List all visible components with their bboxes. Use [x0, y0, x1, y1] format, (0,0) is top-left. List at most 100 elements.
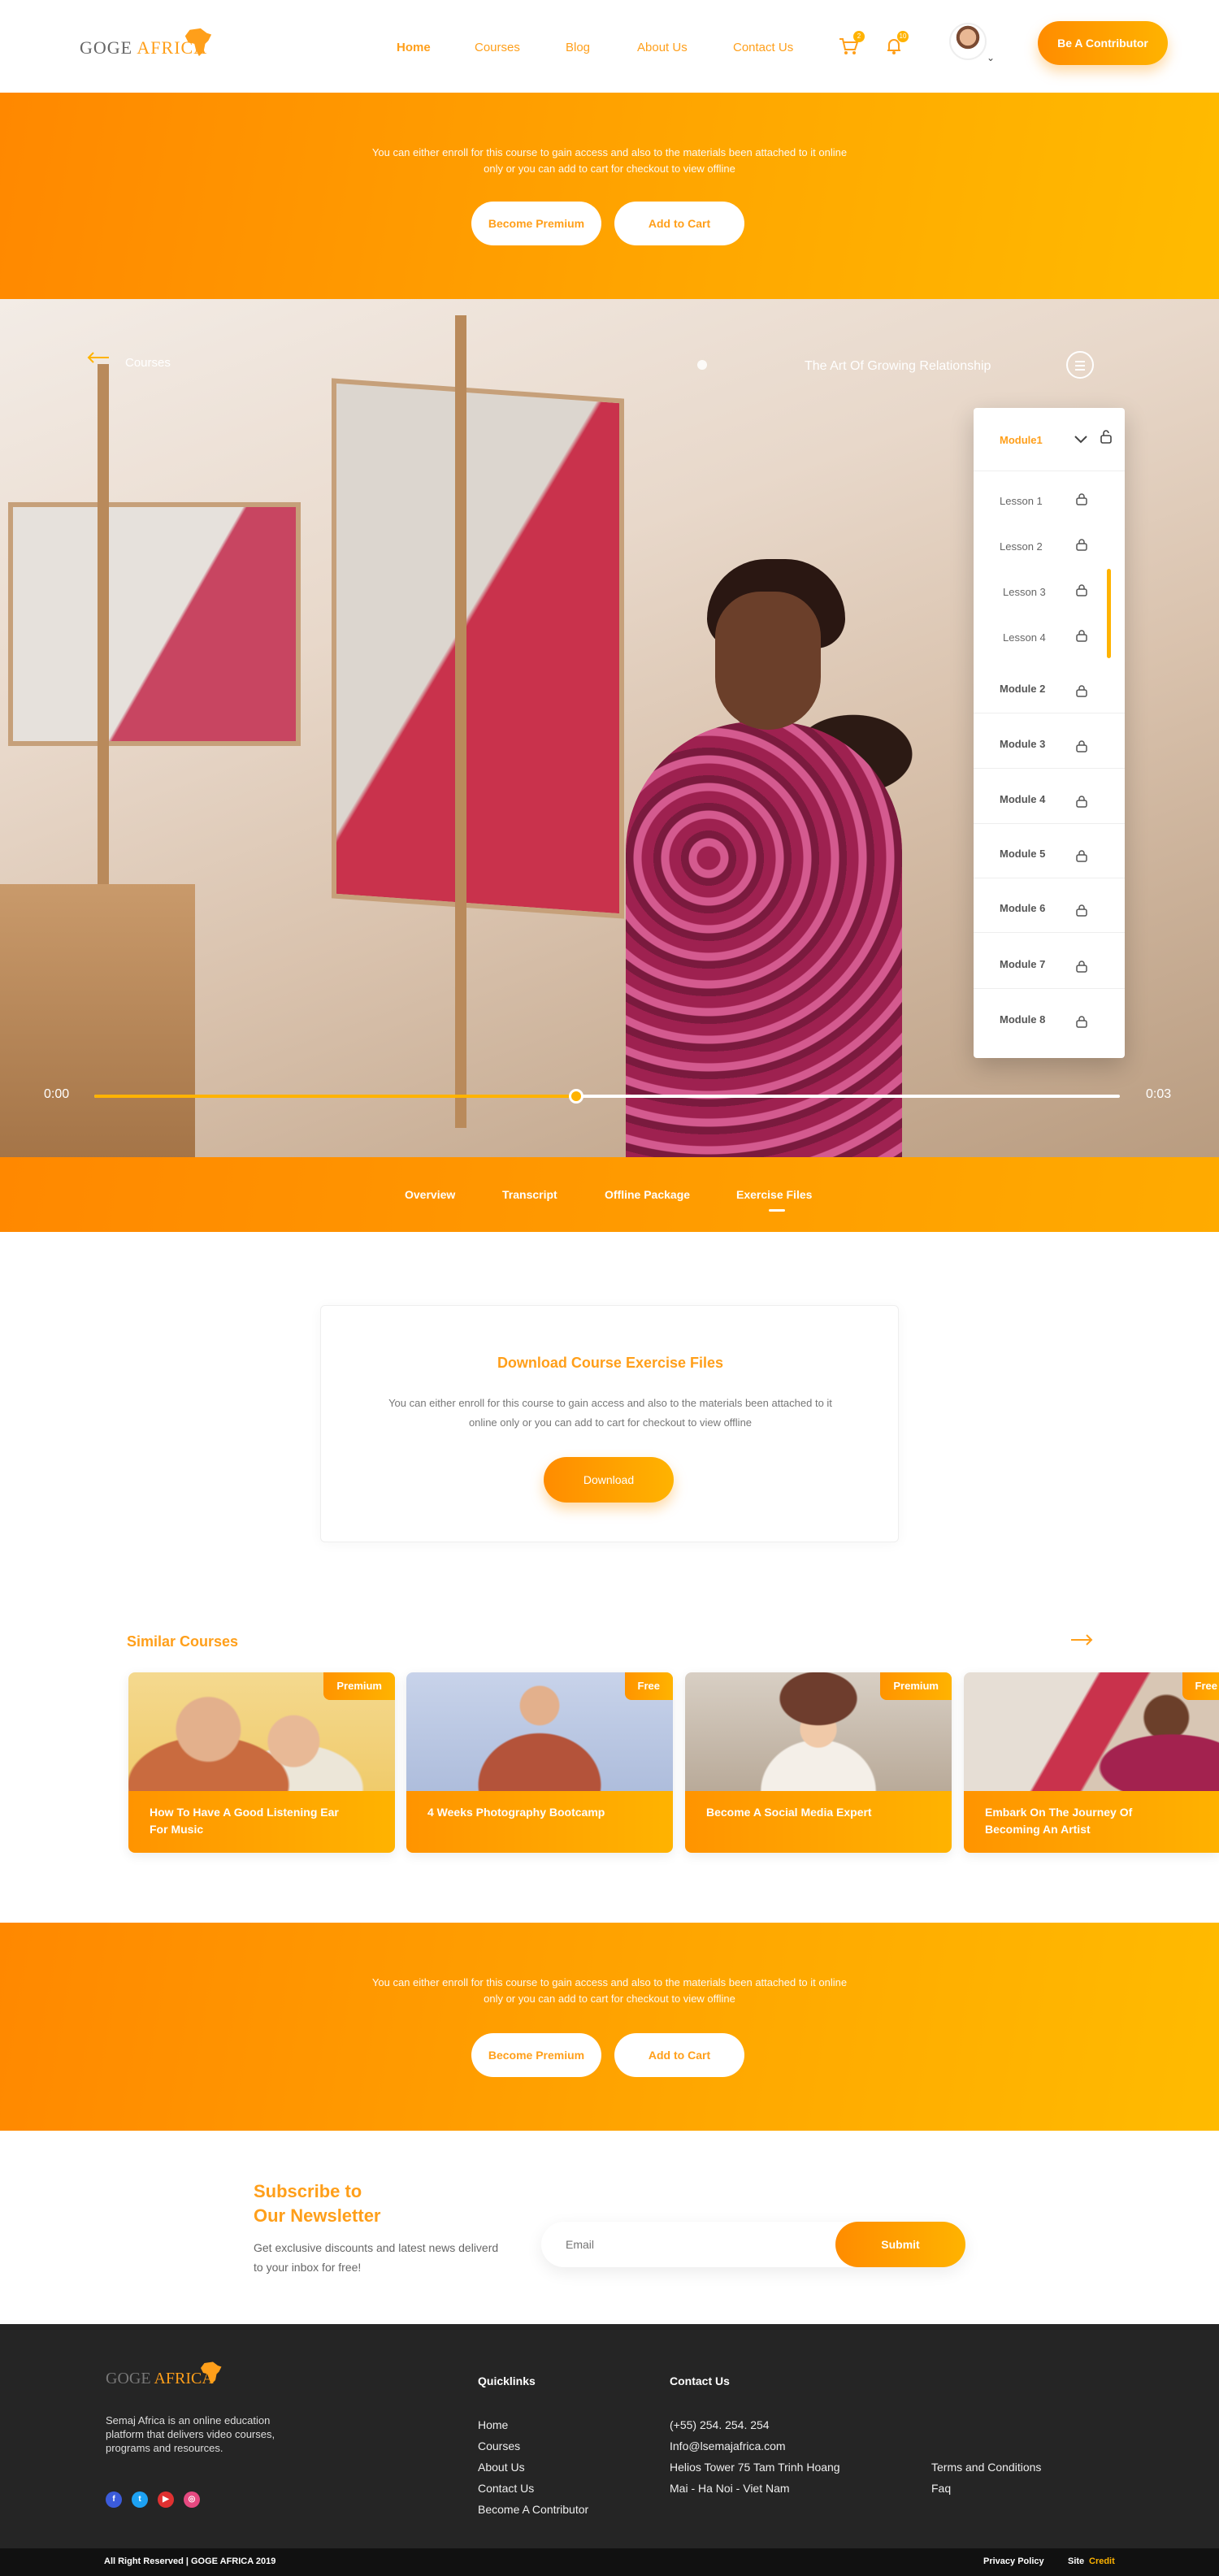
enroll-banner-bottom: You can either enroll for this course to…: [0, 1923, 1219, 2131]
lesson-item[interactable]: Lesson 4: [1003, 631, 1046, 644]
course-badge: Free: [1182, 1672, 1219, 1700]
cart-badge: 2: [853, 31, 865, 42]
time-current: 0:00: [44, 1087, 70, 1101]
youtube-icon[interactable]: ▶: [158, 2491, 174, 2508]
course-footer: 4 Weeks Photography Bootcamp: [406, 1791, 673, 1853]
tab-exercise-files[interactable]: Exercise Files: [736, 1188, 812, 1201]
course-badge: Free: [624, 1672, 673, 1700]
footer-link-contact[interactable]: Contact Us: [478, 2482, 534, 2495]
course-thumbnail: [964, 1672, 1219, 1791]
user-avatar[interactable]: [949, 23, 987, 60]
footer-link-contributor[interactable]: Become A Contributor: [478, 2503, 588, 2516]
nav-link-home[interactable]: Home: [397, 41, 431, 54]
contact-email[interactable]: Info@lsemajafrica.com: [670, 2439, 786, 2452]
module-row[interactable]: Module 2: [974, 665, 1125, 713]
module-label: Module 3: [1000, 738, 1046, 750]
privacy-policy-link[interactable]: Privacy Policy: [983, 2556, 1044, 2566]
twitter-icon[interactable]: t: [132, 2491, 148, 2508]
tab-transcript[interactable]: Transcript: [502, 1188, 557, 1201]
lock-icon: [1076, 630, 1087, 642]
module-label: Module 8: [1000, 1013, 1046, 1026]
footer-link-courses[interactable]: Courses: [478, 2439, 520, 2452]
footer-link-about[interactable]: About Us: [478, 2461, 525, 2474]
add-to-cart-button[interactable]: Add to Cart: [614, 2033, 744, 2077]
progress-track[interactable]: [94, 1089, 1120, 1104]
be-contributor-button[interactable]: Be A Contributor: [1038, 21, 1168, 65]
lesson-item[interactable]: Lesson 2: [1000, 540, 1043, 553]
lock-icon: [1076, 539, 1087, 551]
lock-icon: [1076, 1016, 1087, 1028]
lock-icon: [1076, 685, 1087, 697]
facebook-icon[interactable]: f: [106, 2491, 122, 2508]
course-card[interactable]: Embark On The Journey Of Becoming An Art…: [964, 1672, 1219, 1853]
instagram-icon[interactable]: ◎: [184, 2491, 200, 2508]
become-premium-button[interactable]: Become Premium: [471, 202, 601, 245]
lesson-item[interactable]: Lesson 1: [1000, 495, 1043, 507]
arrow-right-icon[interactable]: [1069, 1633, 1094, 1646]
module-row[interactable]: Module 6: [974, 884, 1125, 933]
module-row[interactable]: Module 4: [974, 775, 1125, 824]
module-label: Module 2: [1000, 683, 1046, 695]
lesson-item[interactable]: Lesson 3: [1003, 586, 1046, 598]
africa-map-icon: [201, 2361, 222, 2384]
module-label: Module 7: [1000, 958, 1046, 970]
course-name: Embark On The Journey Of Becoming An Art…: [985, 1806, 1133, 1836]
top-navbar: GOGE AFRICA Home Courses Blog About Us C…: [0, 0, 1219, 93]
module-panel-scrollbar[interactable]: [1107, 569, 1111, 658]
quicklinks-title: Quicklinks: [478, 2374, 536, 2387]
course-card[interactable]: 4 Weeks Photography Bootcamp Free: [406, 1672, 673, 1853]
module-row[interactable]: Module 3: [974, 720, 1125, 769]
chevron-down-icon[interactable]: ⌄: [987, 52, 995, 63]
nav-link-blog[interactable]: Blog: [566, 41, 590, 54]
course-footer: How To Have A Good Listening Ear For Mus…: [128, 1791, 395, 1853]
video-scene-person-body: [626, 722, 902, 1157]
download-button[interactable]: Download: [544, 1457, 674, 1503]
course-card[interactable]: Become A Social Media Expert Premium: [685, 1672, 952, 1853]
tab-offline-package[interactable]: Offline Package: [605, 1188, 690, 1201]
course-badge: Premium: [880, 1672, 952, 1700]
course-card[interactable]: How To Have A Good Listening Ear For Mus…: [128, 1672, 395, 1853]
module-row-open[interactable]: Module1: [974, 408, 1125, 471]
module-row[interactable]: Module 7: [974, 940, 1125, 989]
email-field[interactable]: [566, 2222, 826, 2267]
add-to-cart-button[interactable]: Add to Cart: [614, 202, 744, 245]
footer: GOGE AFRICA Semaj Africa is an online ed…: [0, 2324, 1219, 2548]
enroll-banner-text: You can either enroll for this course to…: [371, 1976, 848, 2005]
bell-badge: 10: [897, 31, 909, 42]
footer-logo[interactable]: GOGE AFRICA: [106, 2370, 214, 2388]
become-premium-button[interactable]: Become Premium: [471, 2033, 601, 2077]
module-menu-button[interactable]: [1066, 351, 1094, 379]
nav-link-about[interactable]: About Us: [637, 41, 688, 54]
module-label: Module 5: [1000, 848, 1046, 860]
back-to-courses-link[interactable]: Courses: [125, 356, 171, 370]
video-hotspot-dot: [697, 360, 707, 370]
brand-name-part1: GOGE: [106, 2370, 154, 2387]
newsletter-form: Submit: [541, 2222, 965, 2267]
nav-link-courses[interactable]: Courses: [475, 41, 520, 54]
progress-thumb[interactable]: [569, 1089, 584, 1104]
footer-link-terms[interactable]: Terms and Conditions: [931, 2461, 1041, 2474]
tab-overview[interactable]: Overview: [405, 1188, 455, 1201]
video-scene-stool: [0, 884, 195, 1157]
similar-courses-title: Similar Courses: [127, 1633, 239, 1650]
newsletter-title-line1: Subscribe to: [254, 2181, 362, 2201]
module-row[interactable]: Module 8: [974, 995, 1125, 1044]
course-name: How To Have A Good Listening Ear For Mus…: [150, 1806, 339, 1836]
chevron-down-icon[interactable]: [1074, 436, 1087, 444]
bottom-bar: All Right Reserved | GOGE AFRICA 2019 Pr…: [0, 2548, 1219, 2576]
credit-link[interactable]: Credit: [1089, 2556, 1115, 2566]
lock-icon: [1076, 493, 1087, 505]
contact-phone[interactable]: (+55) 254. 254. 254: [670, 2418, 770, 2431]
footer-link-home[interactable]: Home: [478, 2418, 508, 2431]
footer-link-faq[interactable]: Faq: [931, 2482, 951, 2495]
back-arrow-icon[interactable]: [86, 351, 111, 364]
unlock-icon: [1100, 430, 1112, 444]
time-total: 0:03: [1146, 1087, 1172, 1101]
newsletter-text: Get exclusive discounts and latest news …: [254, 2241, 499, 2274]
module-row[interactable]: Module 5: [974, 830, 1125, 878]
nav-link-contact[interactable]: Contact Us: [733, 41, 793, 54]
course-footer: Embark On The Journey Of Becoming An Art…: [964, 1791, 1219, 1853]
brand-name-part1: GOGE: [80, 37, 137, 58]
submit-button[interactable]: Submit: [835, 2222, 965, 2267]
module-panel: Module1 Lesson 1 Lesson 2 Lesson 3 Lesso…: [974, 408, 1125, 1058]
